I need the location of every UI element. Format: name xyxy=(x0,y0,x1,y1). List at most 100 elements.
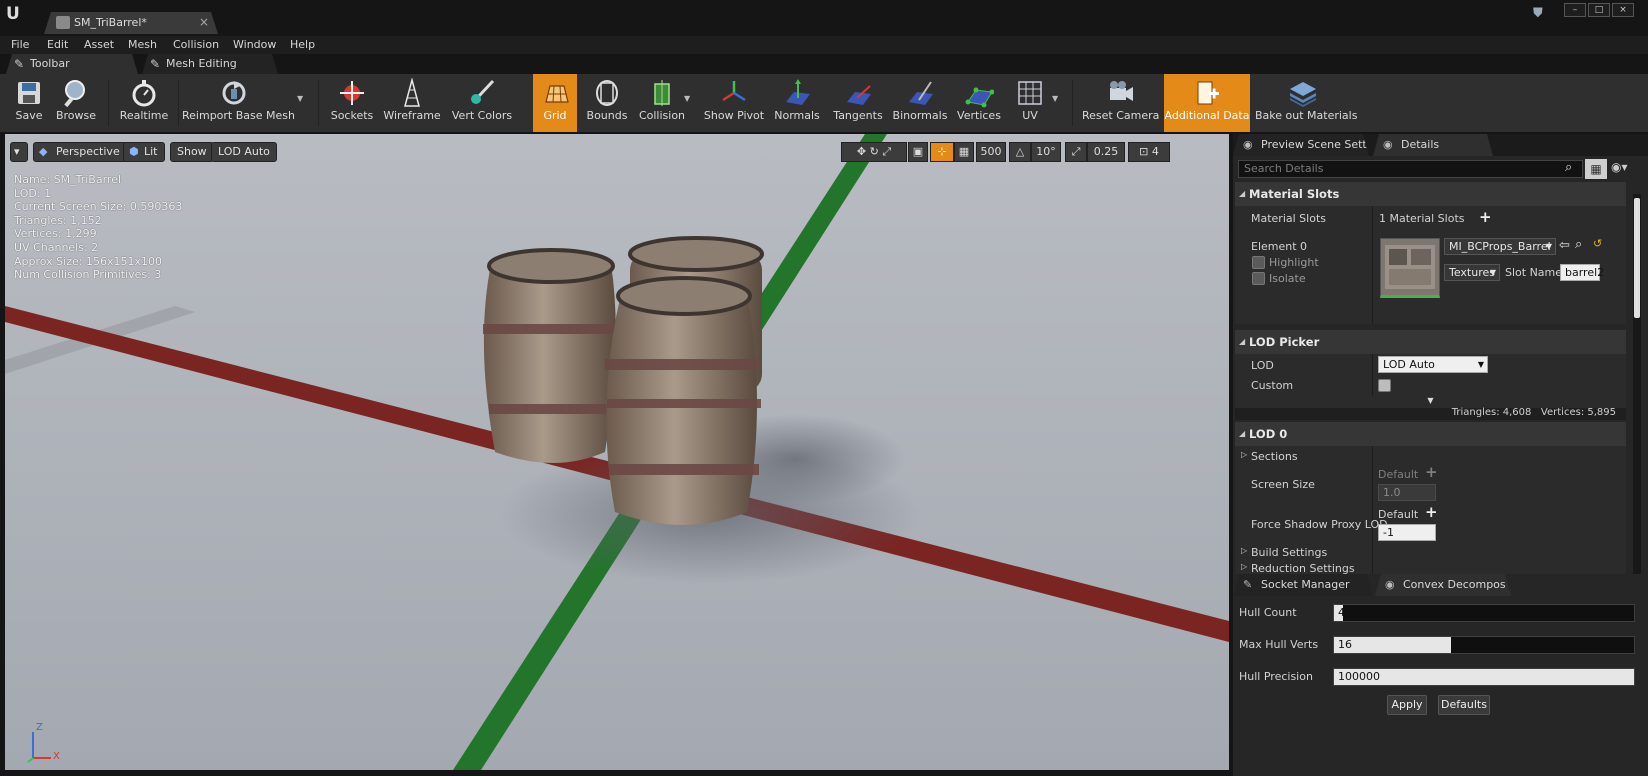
vert-colors-button[interactable]: Vert Colors xyxy=(445,74,519,132)
build-settings-label[interactable]: Build Settings xyxy=(1251,546,1327,559)
camera-speed-button[interactable]: ⊡ 4 xyxy=(1128,142,1170,162)
category-lod-picker-label: LOD Picker xyxy=(1249,335,1320,349)
translate-icon[interactable]: ✥ xyxy=(857,145,866,158)
material-selector[interactable]: MI_BCProps_Barrel ▼ xyxy=(1444,238,1556,255)
lod-dropdown[interactable]: LOD Auto ▼ xyxy=(1378,356,1488,373)
document-tab[interactable]: SM_TriBarrel* × xyxy=(44,12,218,34)
sections-label[interactable]: Sections xyxy=(1251,450,1298,463)
category-lod-0-label: LOD 0 xyxy=(1249,427,1288,441)
vertices-button[interactable]: Vertices xyxy=(955,74,1003,132)
scale-icon[interactable]: ⤢ xyxy=(882,145,891,158)
menu-collision[interactable]: Collision xyxy=(173,38,219,51)
search-details-input[interactable]: Search Details xyxy=(1238,160,1583,178)
tangents-button[interactable]: Tangents xyxy=(830,74,886,132)
tab-convex-decomposition[interactable]: ◉ Convex Decompos xyxy=(1375,574,1511,596)
add-force-shadow-icon[interactable]: + xyxy=(1425,503,1438,521)
viewport-options-button[interactable]: ▾ xyxy=(10,142,28,162)
collision-button[interactable]: Collision xyxy=(634,74,690,132)
details-scrollbar[interactable] xyxy=(1633,194,1641,574)
uv-button[interactable]: UV xyxy=(1010,74,1050,132)
menu-window[interactable]: Window xyxy=(233,38,276,51)
tab-preview-scene-settings[interactable]: ◉ Preview Scene Sett xyxy=(1233,134,1369,156)
mesh-stats-overlay: Name: SM_TriBarrel LOD: 1 Current Screen… xyxy=(14,173,182,282)
toolbar-separator xyxy=(178,80,179,126)
hull-count-slider[interactable]: 4 xyxy=(1333,604,1635,622)
tangents-icon xyxy=(847,85,871,105)
visibility-eye-icon[interactable]: ◉▾ xyxy=(1611,160,1628,174)
view-options-icon[interactable]: ▦ xyxy=(1585,159,1607,179)
realtime-button[interactable]: Realtime xyxy=(114,74,174,132)
normals-button[interactable]: Normals xyxy=(773,74,821,132)
show-button[interactable]: Show xyxy=(170,142,214,162)
custom-lod-checkbox[interactable] xyxy=(1378,379,1391,392)
additional-data-button[interactable]: Additional Data xyxy=(1164,74,1250,132)
save-button[interactable]: Save xyxy=(6,74,52,132)
viewport[interactable]: ▾ ◆ Perspective ⬢ Lit Show LOD Auto ✥ ↻ … xyxy=(5,134,1229,770)
expand-arrow-icon[interactable]: ▷ xyxy=(1241,562,1247,571)
rotation-snap-icon[interactable]: △ xyxy=(1009,142,1031,162)
menu-edit[interactable]: Edit xyxy=(47,38,68,51)
search-icon[interactable]: ⌕ xyxy=(1565,160,1572,175)
scale-snap-icon[interactable]: ⤢ xyxy=(1065,142,1087,162)
menu-file[interactable]: File xyxy=(11,38,29,51)
apply-button[interactable]: Apply xyxy=(1387,695,1427,715)
tab-mesh-editing[interactable]: ✎ Mesh Editing xyxy=(142,54,278,74)
expand-arrow-icon[interactable]: ▷ xyxy=(1241,450,1247,459)
maximize-button[interactable]: □ xyxy=(1588,3,1610,17)
browse-button[interactable]: Browse xyxy=(52,74,100,132)
tab-socket-manager[interactable]: ✎ Socket Manager xyxy=(1233,574,1373,596)
bake-out-materials-button[interactable]: Bake out Materials xyxy=(1255,74,1357,132)
force-shadow-input[interactable]: -1 xyxy=(1378,524,1436,541)
expand-arrow-icon[interactable]: ▷ xyxy=(1241,546,1247,555)
defaults-button[interactable]: Defaults xyxy=(1438,695,1490,715)
textures-dropdown[interactable]: Textures ▼ xyxy=(1444,264,1500,281)
reimport-base-mesh-button[interactable]: Reimport Base Mesh xyxy=(182,74,295,132)
add-material-slot-icon[interactable]: + xyxy=(1479,208,1492,226)
rotation-snap-value[interactable]: 10° xyxy=(1031,142,1061,162)
tab-details[interactable]: ◉ Details xyxy=(1373,134,1493,156)
minimize-button[interactable]: – xyxy=(1564,3,1586,17)
sockets-button[interactable]: Sockets xyxy=(325,74,379,132)
slot-name-input[interactable]: barrel2 xyxy=(1560,264,1604,281)
reset-arrow-icon[interactable]: ↺ xyxy=(1593,237,1602,250)
rotate-icon[interactable]: ↻ xyxy=(870,145,879,158)
close-tab-icon[interactable]: × xyxy=(199,15,209,29)
browse-label: Browse xyxy=(55,109,97,122)
source-control-icon[interactable]: ⛊ xyxy=(1533,6,1549,22)
wireframe-button[interactable]: Wireframe xyxy=(381,74,443,132)
menu-asset[interactable]: Asset xyxy=(84,38,114,51)
tab-toolbar[interactable]: ✎ Toolbar xyxy=(6,54,138,74)
uv-dropdown-icon[interactable]: ▼ xyxy=(1052,94,1058,103)
use-selected-arrow-icon[interactable]: ⇦ xyxy=(1559,238,1570,253)
lit-button[interactable]: ⬢ Lit xyxy=(123,142,165,162)
slot-name-label: Slot Name xyxy=(1505,266,1563,279)
reset-camera-button[interactable]: Reset Camera xyxy=(1082,74,1159,132)
hull-precision-slider[interactable]: 100000 xyxy=(1333,668,1635,686)
binormals-button[interactable]: Binormals xyxy=(891,74,949,132)
transform-mode-group[interactable]: ✥ ↻ ⤢ xyxy=(841,142,907,162)
close-window-button[interactable]: × xyxy=(1612,3,1634,17)
grid-snap-value[interactable]: 500 xyxy=(976,142,1006,162)
grid-button[interactable]: Grid xyxy=(533,74,577,132)
menu-mesh[interactable]: Mesh xyxy=(128,38,157,51)
highlight-checkbox[interactable] xyxy=(1252,256,1265,269)
collision-dropdown-icon[interactable]: ▼ xyxy=(684,94,690,103)
reimport-dropdown-icon[interactable]: ▼ xyxy=(297,94,303,103)
bounds-button[interactable]: Bounds xyxy=(582,74,632,132)
grid-snap-menu-icon[interactable]: ▦ xyxy=(954,142,974,162)
show-pivot-button[interactable]: Show Pivot xyxy=(702,74,766,132)
coordinate-space-icon[interactable]: ▣ xyxy=(908,142,928,162)
max-hull-verts-slider[interactable]: 16 xyxy=(1333,636,1635,654)
scrollbar-thumb[interactable] xyxy=(1634,198,1640,318)
perspective-button[interactable]: ◆ Perspective xyxy=(33,142,127,162)
category-material-slots[interactable]: ◢ Material Slots xyxy=(1235,182,1626,206)
browse-asset-icon[interactable]: ⌕ xyxy=(1575,237,1582,252)
category-lod-0[interactable]: ◢ LOD 0 xyxy=(1235,422,1626,446)
category-lod-picker[interactable]: ◢ LOD Picker xyxy=(1235,330,1626,354)
isolate-checkbox[interactable] xyxy=(1252,272,1265,285)
material-thumbnail[interactable] xyxy=(1380,238,1440,298)
grid-snap-toggle-icon[interactable]: ⊹ xyxy=(930,142,954,162)
lod-auto-button[interactable]: LOD Auto xyxy=(211,142,277,162)
scale-snap-value[interactable]: 0.25 xyxy=(1087,142,1125,162)
menu-help[interactable]: Help xyxy=(290,38,315,51)
